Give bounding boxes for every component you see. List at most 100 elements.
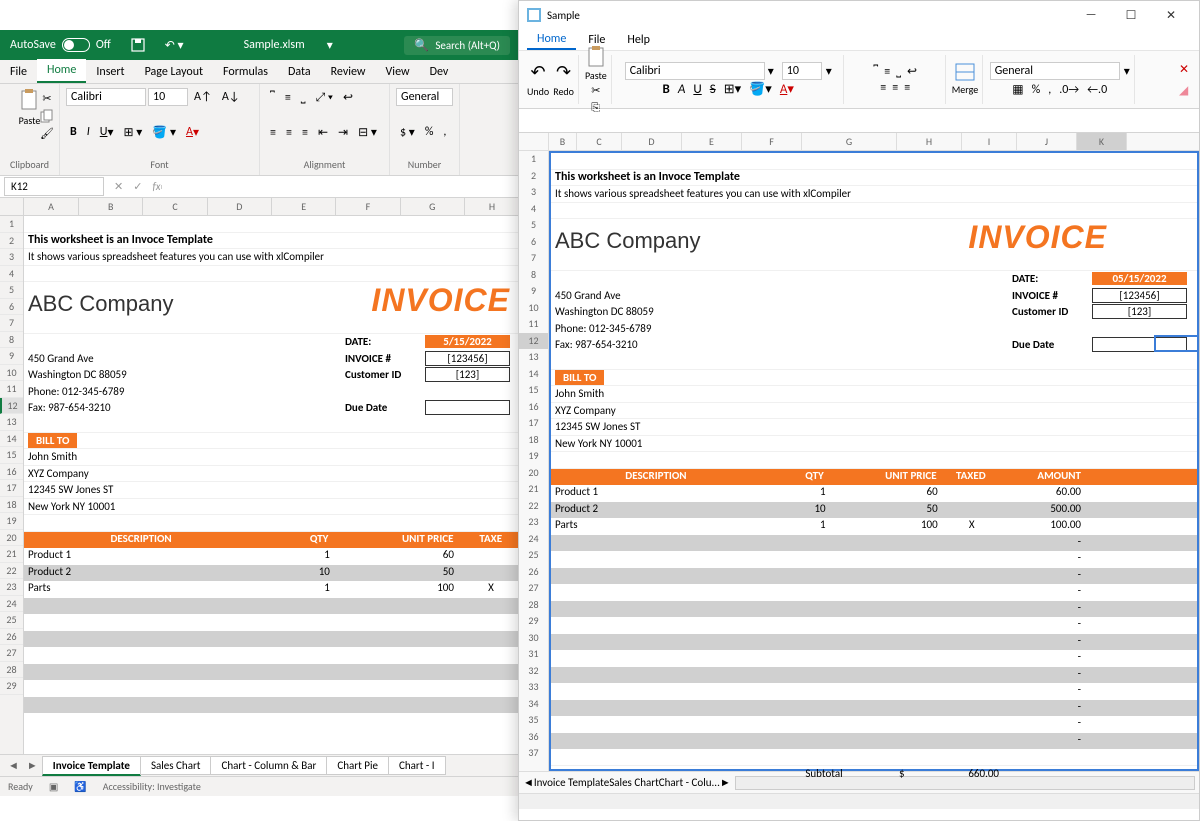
align-middle-icon[interactable]: ≡ [281, 89, 295, 107]
sample-row-header-31[interactable]: 31 [519, 646, 548, 663]
sample-empty-row[interactable]: - [551, 584, 1197, 601]
sample-row-header-13[interactable]: 13 [519, 349, 548, 366]
excel-item-row[interactable]: Parts1100X [24, 581, 520, 598]
sample-empty-row[interactable]: - [551, 650, 1197, 667]
maximize-icon[interactable]: ☐ [1111, 1, 1151, 29]
col-d[interactable]: D [208, 198, 272, 215]
fx-icon[interactable]: fx [152, 180, 160, 193]
accessibility-icon[interactable]: ♿ [74, 780, 86, 793]
sample-empty-row[interactable]: - [551, 617, 1197, 634]
redo-button[interactable]: ↷Redo [553, 61, 574, 98]
sample-row-header-21[interactable]: 21 [519, 481, 548, 498]
macro-icon[interactable]: ▣ [49, 780, 58, 793]
indent-right-icon[interactable]: ⇥ [334, 123, 352, 142]
tab-data[interactable]: Data [278, 61, 321, 83]
align-center-icon[interactable]: ≡ [282, 124, 296, 142]
border-button[interactable]: ⊞ ▾ [120, 123, 147, 142]
sample-row-header-14[interactable]: 14 [519, 366, 548, 383]
tab-dev[interactable]: Dev [420, 61, 459, 83]
sample-invnum-value[interactable]: [123456] [1092, 288, 1187, 303]
sample-row-header-19[interactable]: 19 [519, 448, 548, 465]
sample-row-header-9[interactable]: 9 [519, 283, 548, 300]
row-header-25[interactable]: 25 [0, 612, 23, 629]
sample-row-header-25[interactable]: 25 [519, 547, 548, 564]
row-header-4[interactable]: 4 [0, 266, 23, 283]
sample-number-format[interactable]: General [990, 62, 1120, 80]
excel-empty-row[interactable] [24, 631, 520, 648]
row-header-12[interactable]: 12 [0, 398, 23, 415]
sample-font-select[interactable]: Calibri [625, 62, 765, 80]
wrap-text-icon[interactable]: ↩ [339, 88, 357, 107]
tab-review[interactable]: Review [321, 61, 376, 83]
selected-cell[interactable] [1154, 335, 1199, 352]
sample-row-header-26[interactable]: 26 [519, 564, 548, 581]
cut-icon[interactable]: ✂ [42, 92, 51, 105]
number-format-select[interactable]: General [396, 88, 453, 106]
sample-col-I[interactable]: I [962, 133, 1017, 150]
sample-row-header-24[interactable]: 24 [519, 531, 548, 548]
sample-empty-row[interactable]: - [551, 551, 1197, 568]
row-header-16[interactable]: 16 [0, 464, 23, 481]
sample-row-header-2[interactable]: 2 [519, 168, 548, 185]
sample-row-header-18[interactable]: 18 [519, 432, 548, 449]
font-color-button[interactable]: A ▾ [182, 123, 203, 142]
sample-row-header-12[interactable]: 12 [519, 333, 548, 350]
col-g[interactable]: G [401, 198, 465, 215]
sample-item-row[interactable]: Product 21050500.00 [551, 502, 1197, 519]
sample-col-K[interactable]: K [1077, 133, 1127, 150]
currency-icon[interactable]: $ ▾ [396, 123, 419, 142]
font-size-select[interactable]: 10 [148, 88, 188, 106]
percent-icon[interactable]: % [421, 123, 438, 141]
format-painter-icon[interactable]: 🖌 [40, 127, 54, 140]
tab-page-layout[interactable]: Page Layout [135, 61, 213, 83]
row-header-3[interactable]: 3 [0, 249, 23, 266]
row-header-20[interactable]: 20 [0, 530, 23, 547]
sample-empty-row[interactable]: - [551, 601, 1197, 618]
search-box[interactable]: 🔍 Search (Alt+Q) [404, 36, 510, 55]
tab-home[interactable]: Home [37, 59, 86, 83]
row-header-13[interactable]: 13 [0, 414, 23, 431]
excel-cells[interactable]: This worksheet is an Invoce Template It … [24, 216, 520, 754]
excel-empty-row[interactable] [24, 697, 520, 714]
align-right-icon[interactable]: ≡ [904, 81, 910, 95]
fill-color-button[interactable]: 🪣 ▾ [148, 123, 180, 142]
row-header-17[interactable]: 17 [0, 480, 23, 497]
date-value[interactable]: 5/15/2022 [425, 335, 510, 348]
excel-item-row[interactable]: Product 21050 [24, 565, 520, 582]
row-header-1[interactable]: 1 [0, 216, 23, 233]
custid-value[interactable]: [123] [425, 367, 510, 382]
excel-empty-row[interactable] [24, 598, 520, 615]
sample-row-header-32[interactable]: 32 [519, 663, 548, 680]
italic-button[interactable]: I [83, 123, 94, 141]
sample-row-header-11[interactable]: 11 [519, 316, 548, 333]
sheet-tab-sales[interactable]: Sales Chart [140, 756, 212, 775]
sample-row-header-8[interactable]: 8 [519, 267, 548, 284]
row-header-23[interactable]: 23 [0, 579, 23, 596]
sample-row-header-6[interactable]: 6 [519, 234, 548, 251]
tab-nav-left-icon[interactable]: ◄ [4, 759, 23, 772]
paste-icon[interactable] [19, 88, 41, 112]
row-header-14[interactable]: 14 [0, 431, 23, 448]
undo-button[interactable]: ↶Undo [527, 61, 549, 98]
align-left-icon[interactable]: ≡ [880, 81, 886, 95]
col-b[interactable]: B [79, 198, 143, 215]
sample-empty-row[interactable]: - [551, 733, 1197, 750]
sample-empty-row[interactable]: - [551, 683, 1197, 700]
sample-item-row[interactable]: Product 116060.00 [551, 485, 1197, 502]
sample-corner[interactable] [519, 133, 549, 150]
sample-row-header-5[interactable]: 5 [519, 217, 548, 234]
sample-row-header-1[interactable]: 1 [519, 151, 548, 168]
row-header-19[interactable]: 19 [0, 513, 23, 530]
italic-icon[interactable]: A [678, 82, 686, 97]
paste-button[interactable]: Paste [585, 45, 607, 82]
sample-row-header-20[interactable]: 20 [519, 465, 548, 482]
excel-empty-row[interactable] [24, 647, 520, 664]
sample-row-header-27[interactable]: 27 [519, 580, 548, 597]
sample-col-H[interactable]: H [897, 133, 962, 150]
sample-row-header-22[interactable]: 22 [519, 498, 548, 515]
row-header-21[interactable]: 21 [0, 546, 23, 563]
row-header-11[interactable]: 11 [0, 381, 23, 398]
close-icon[interactable]: ✕ [1151, 1, 1191, 29]
excel-empty-row[interactable] [24, 614, 520, 631]
row-header-5[interactable]: 5 [0, 282, 23, 299]
